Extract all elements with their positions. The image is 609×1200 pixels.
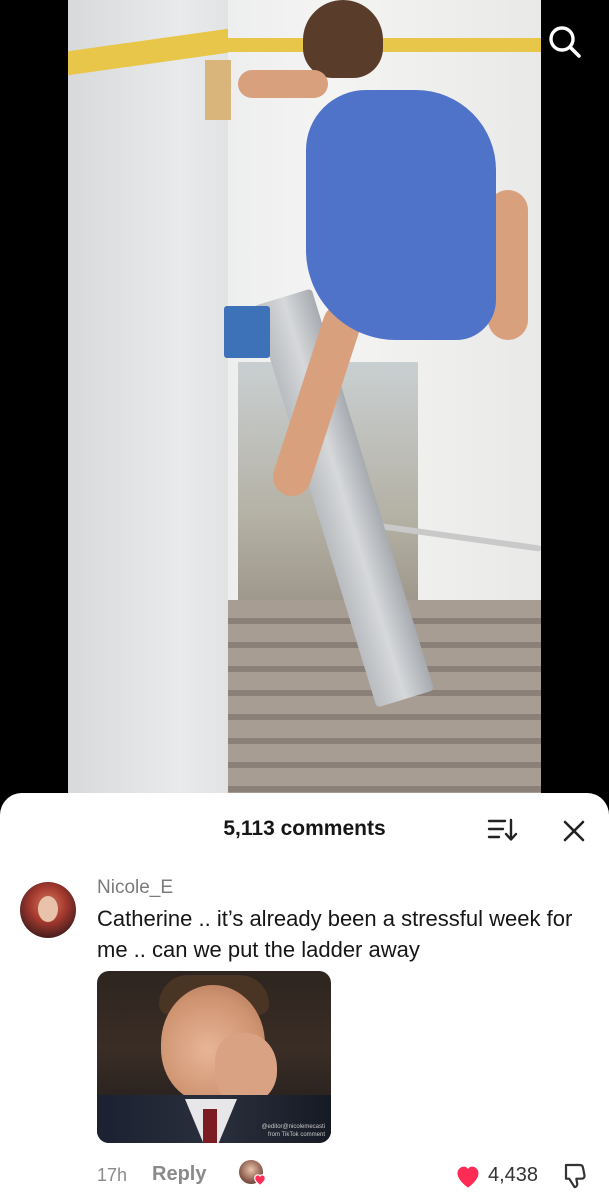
search-icon [549,26,581,58]
comment-footer: 17h Reply 4,438 [0,1160,609,1192]
sort-button[interactable] [484,815,520,845]
gif-tie [203,1109,217,1143]
heart-filled-icon [457,1166,479,1188]
gif-hand [215,1033,277,1103]
ladder-top [224,306,270,358]
avatar-face [38,896,58,922]
video-frame [68,0,541,800]
heart-icon [254,1174,266,1186]
creator-liked-badge [239,1160,269,1190]
gif-watermark-line1: @editor@nicolemecasti [261,1124,325,1130]
wall [68,0,228,800]
video-player[interactable] [0,0,609,800]
avatar[interactable] [20,882,76,938]
search-button[interactable] [545,22,585,62]
person-arm [238,70,328,98]
comment-username[interactable]: Nicole_E [97,877,173,899]
close-button[interactable] [558,815,590,847]
thumbs-down-icon [564,1163,586,1189]
person-dress [306,90,496,340]
dislike-button[interactable] [560,1161,590,1191]
comment-text: Catherine .. it’s already been a stressf… [97,906,573,962]
comment-item: Nicole_E Catherine .. it’s already been … [0,873,609,1200]
comments-header: 5,113 comments [0,793,609,863]
wood-block [205,60,231,120]
comment-gif[interactable]: @editor@nicolemecasti from TikTok commen… [97,971,331,1143]
like-count: 4,438 [488,1164,539,1186]
comment-time: 17h [97,1165,128,1185]
reply-button[interactable]: Reply [152,1163,206,1186]
close-icon [563,820,585,842]
gif-watermark: @editor@nicolemecasti from TikTok commen… [261,1123,325,1139]
like-button[interactable] [453,1162,483,1190]
comments-sheet: 5,113 comments Nicole_E Catherine .. it’… [0,793,609,1200]
sort-icon [487,818,518,841]
person-hair [303,0,383,78]
gif-watermark-line2: from TikTok comment [267,1132,325,1138]
